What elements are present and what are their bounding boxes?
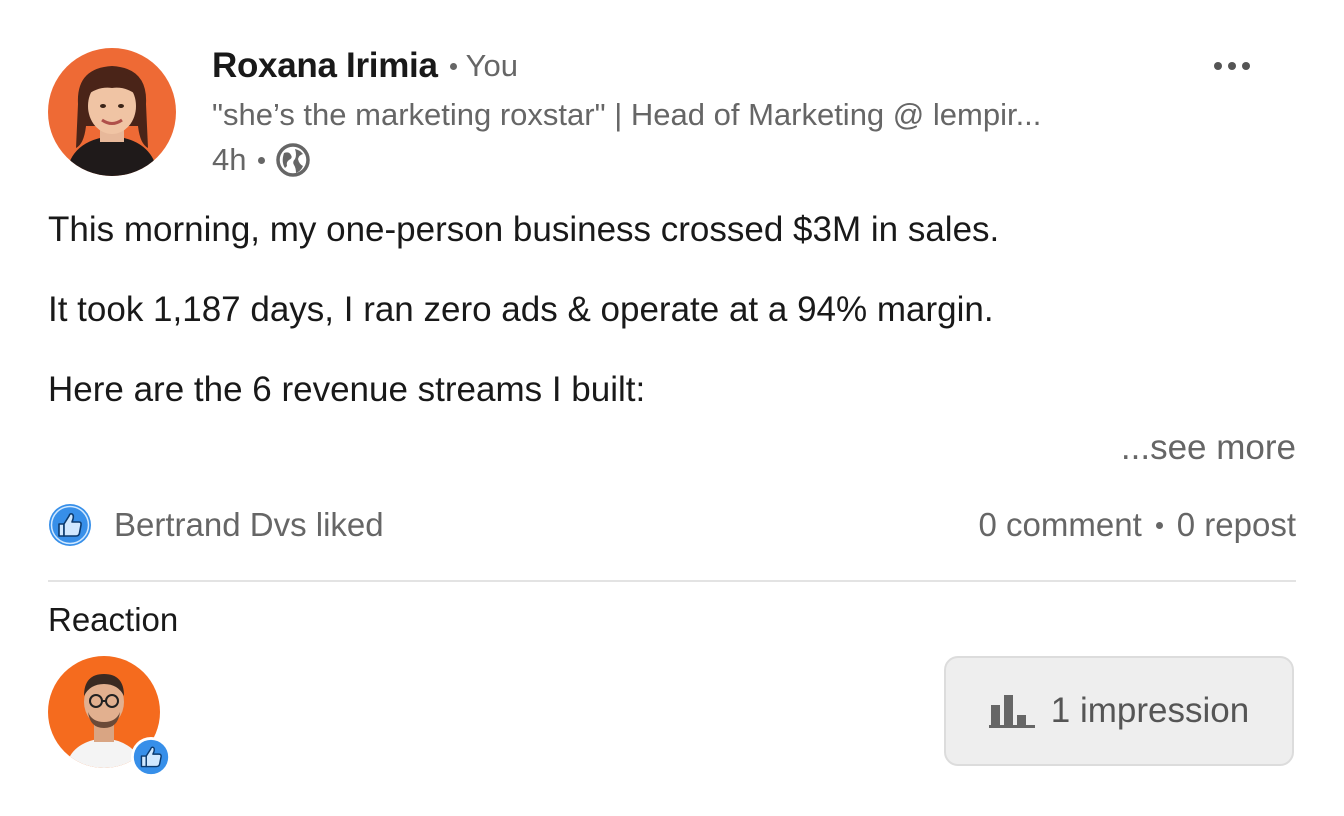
comments-count[interactable]: 0 comment bbox=[979, 506, 1142, 544]
author-photo bbox=[48, 48, 176, 176]
separator-dot bbox=[449, 62, 457, 70]
more-options-button[interactable] bbox=[1200, 46, 1264, 86]
ellipsis-dot bbox=[1228, 62, 1236, 70]
see-more-link[interactable]: ...see more bbox=[1121, 426, 1296, 470]
post-meta: 4h bbox=[212, 139, 1172, 181]
bar-chart-icon bbox=[988, 695, 1035, 728]
social-counts-row: Bertrand Dvs liked 0 comment 0 repost bbox=[48, 502, 1296, 548]
reposts-count[interactable]: 0 repost bbox=[1177, 506, 1296, 544]
post-text-line: Here are the 6 revenue streams I built: bbox=[48, 370, 646, 409]
author-avatar[interactable] bbox=[48, 48, 176, 176]
impressions-button[interactable]: 1 impression bbox=[944, 656, 1294, 766]
liked-by[interactable]: Bertrand Dvs liked bbox=[48, 503, 384, 547]
thumbs-up-icon bbox=[130, 736, 172, 778]
thumbs-up-icon bbox=[49, 504, 91, 546]
separator-dot bbox=[258, 156, 266, 164]
ellipsis-dot bbox=[1242, 62, 1250, 70]
relationship-label: You bbox=[465, 48, 518, 83]
post-time: 4h bbox=[212, 142, 247, 177]
post-text-line: It took 1,187 days, I ran zero ads & ope… bbox=[48, 290, 994, 329]
post-card: Roxana Irimia You "she’s the marketing r… bbox=[0, 0, 1344, 816]
ellipsis-dot bbox=[1214, 62, 1222, 70]
reactor-item[interactable] bbox=[48, 656, 176, 780]
reactions-heading: Reaction bbox=[48, 601, 179, 638]
author-line: Roxana Irimia You bbox=[212, 44, 1172, 88]
divider bbox=[48, 580, 1296, 582]
post-body: This morning, my one-person business cro… bbox=[48, 208, 1296, 448]
post-header: Roxana Irimia You "she’s the marketing r… bbox=[212, 44, 1172, 181]
separator-dot bbox=[1155, 521, 1163, 529]
engagement-counts: 0 comment 0 repost bbox=[979, 506, 1296, 544]
post-text-line: This morning, my one-person business cro… bbox=[48, 210, 1000, 249]
impressions-label: 1 impression bbox=[1050, 691, 1250, 730]
globe-icon bbox=[276, 143, 311, 177]
author-headline: "she’s the marketing roxstar" | Head of … bbox=[212, 97, 1042, 132]
liked-by-text: Bertrand Dvs liked bbox=[114, 506, 384, 543]
author-name[interactable]: Roxana Irimia bbox=[212, 46, 438, 86]
